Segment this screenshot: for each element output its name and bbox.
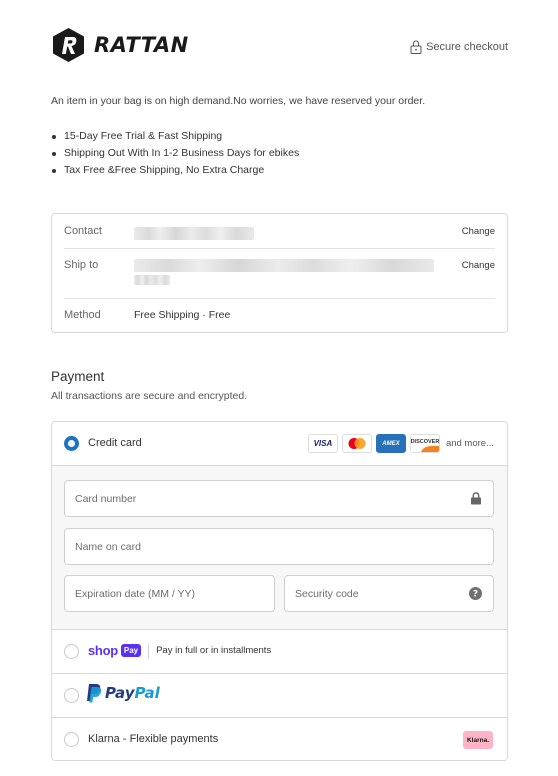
secure-checkout-label: Secure checkout	[426, 41, 508, 53]
brand-logo[interactable]: RATTAN	[51, 27, 189, 63]
card-number-input[interactable]	[65, 481, 493, 516]
separator	[148, 643, 150, 658]
help-icon[interactable]: ?	[469, 587, 482, 600]
expiry-input[interactable]	[65, 576, 274, 611]
change-address-link[interactable]: Change	[462, 260, 495, 271]
paypal-wordmark: PayPal	[105, 684, 160, 702]
card-number-field[interactable]	[64, 480, 494, 517]
benefit-item: Tax Free &Free Shipping, No Extra Charge	[51, 162, 299, 179]
lock-icon	[471, 492, 481, 505]
shipto-row: Ship to Change	[64, 259, 495, 295]
name-on-card-field[interactable]	[64, 528, 494, 565]
shop-pay-wordmark: shop	[88, 643, 118, 658]
lock-icon	[410, 40, 422, 54]
expiry-field[interactable]	[64, 575, 275, 612]
contact-value-redacted	[134, 227, 254, 240]
credit-card-radio[interactable]	[64, 436, 79, 451]
shop-pay-radio[interactable]	[64, 644, 79, 659]
paypal-wordmark-pal: Pal	[134, 684, 160, 702]
change-contact-link[interactable]: Change	[462, 226, 495, 237]
credit-card-label: Credit card	[88, 437, 142, 449]
card-brands: VISA AMEX DISCOVER and more...	[307, 434, 494, 453]
order-review-box: Contact Change Ship to Change Method Fre…	[51, 213, 508, 333]
paypal-radio[interactable]	[64, 688, 79, 703]
benefit-item: Shipping Out With In 1-2 Business Days f…	[51, 145, 299, 162]
credit-card-option[interactable]: Credit card VISA AMEX DISCOVER and more.…	[52, 422, 507, 466]
payment-title: Payment	[51, 369, 105, 384]
brand-name: RATTAN	[94, 33, 189, 57]
contact-row: Contact Change	[64, 225, 495, 245]
mastercard-icon	[341, 434, 372, 453]
amex-icon: AMEX	[375, 434, 406, 453]
shop-pay-description: Pay in full or in installments	[156, 645, 272, 656]
paypal-logo: PayPal	[86, 683, 160, 703]
shop-pay-logo: shop Pay Pay in full or in installments	[88, 643, 271, 658]
klarna-badge: Klarna.	[463, 731, 493, 749]
shipto-label: Ship to	[64, 259, 99, 271]
benefit-list: 15-Day Free Trial & Fast Shipping Shippi…	[51, 128, 299, 179]
payment-methods: Credit card VISA AMEX DISCOVER and more.…	[51, 421, 508, 761]
paypal-wordmark-pay: Pay	[105, 684, 135, 702]
klarna-label: Klarna - Flexible payments	[88, 733, 219, 745]
checkout-header: RATTAN Secure checkout	[51, 27, 508, 63]
paypal-option[interactable]: PayPal	[52, 674, 507, 718]
security-code-field[interactable]: ?	[284, 575, 494, 612]
klarna-radio[interactable]	[64, 732, 79, 747]
security-code-input[interactable]	[285, 576, 493, 611]
divider	[64, 298, 495, 299]
paypal-icon	[87, 684, 102, 703]
name-on-card-input[interactable]	[65, 529, 493, 564]
reservation-notice: An item in your bag is on high demand.No…	[51, 95, 426, 107]
visa-icon: VISA	[307, 434, 338, 453]
shop-pay-badge: Pay	[120, 644, 142, 657]
address-line-redacted	[134, 259, 434, 272]
contact-label: Contact	[64, 225, 102, 237]
more-cards-label: and more...	[445, 438, 494, 449]
divider	[64, 248, 495, 249]
method-value: Free Shipping · Free	[134, 309, 231, 321]
method-label: Method	[64, 309, 101, 321]
discover-icon: DISCOVER	[409, 434, 440, 453]
logo-hexagon-icon	[53, 28, 84, 62]
payment-subtitle: All transactions are secure and encrypte…	[51, 390, 248, 402]
shop-pay-option[interactable]: shop Pay Pay in full or in installments	[52, 630, 507, 674]
discover-text: DISCOVER	[410, 438, 440, 445]
secure-checkout: Secure checkout	[410, 40, 508, 54]
method-row: Method Free Shipping · Free	[64, 309, 495, 325]
klarna-option[interactable]: Klarna - Flexible payments Klarna.	[52, 718, 507, 760]
svg-text:?: ?	[473, 590, 478, 600]
benefit-item: 15-Day Free Trial & Fast Shipping	[51, 128, 299, 145]
address-line-redacted	[134, 275, 170, 285]
credit-card-form: ?	[52, 466, 507, 630]
